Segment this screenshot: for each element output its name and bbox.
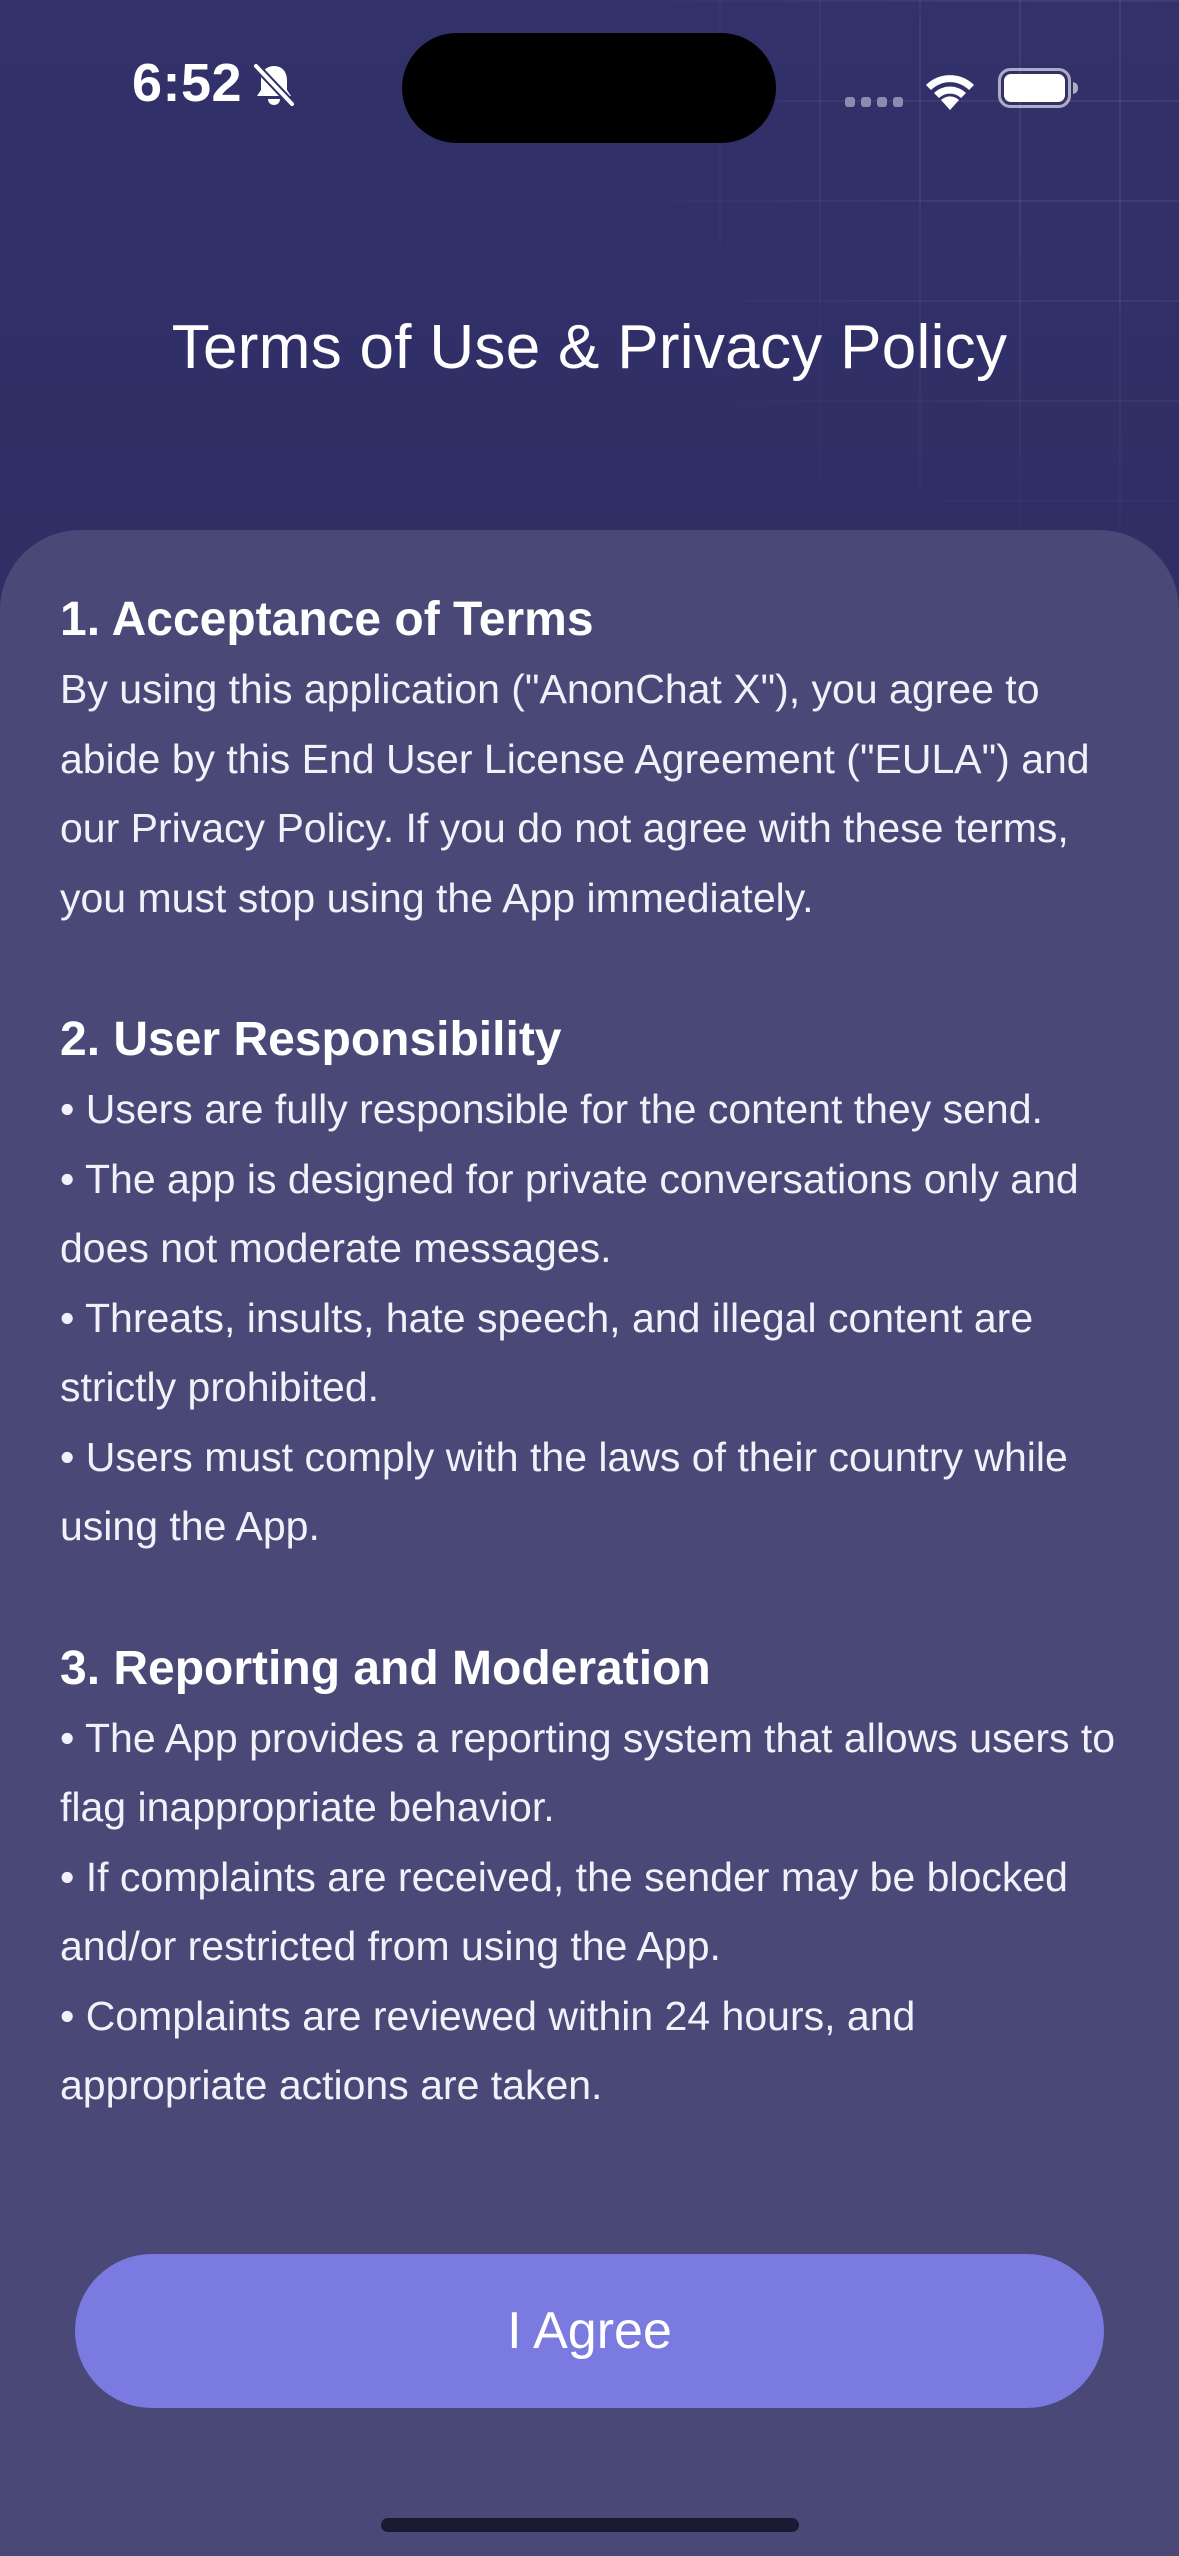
terms-section: 3. Reporting and Moderation • The App pr…	[60, 1634, 1130, 2121]
cell-signal-icon	[845, 97, 903, 107]
agree-button[interactable]: I Agree	[75, 2254, 1104, 2408]
dynamic-island	[402, 33, 776, 143]
terms-section: 2. User Responsibility • Users are fully…	[60, 1005, 1130, 1562]
terms-section: 1. Acceptance of Terms By using this app…	[60, 585, 1130, 933]
section-paragraph: By using this application ("AnonChat X")…	[60, 666, 1090, 921]
bullet-item: • Users are fully responsible for the co…	[60, 1086, 1043, 1132]
page-title: Terms of Use & Privacy Policy	[171, 313, 1008, 382]
bullet-item: • If complaints are received, the sender…	[60, 1853, 1068, 1970]
bullet-item: • Complaints are reviewed within 24 hour…	[60, 1992, 916, 2109]
app-screen: 6:52 Terms of Use & Privacy Policy 1. Ac…	[0, 0, 1179, 2556]
bullet-item: • The App provides a reporting system th…	[60, 1714, 1116, 1831]
home-indicator[interactable]	[381, 2518, 799, 2532]
status-time: 6:52	[132, 53, 243, 113]
wifi-icon	[926, 75, 974, 110]
bullet-item: • Users must comply with the laws of the…	[60, 1433, 1068, 1550]
section-heading: 2. User Responsibility	[60, 1013, 562, 1066]
bullet-item: • The app is designed for private conver…	[60, 1155, 1079, 1272]
battery-icon	[998, 68, 1078, 108]
section-heading: 3. Reporting and Moderation	[60, 1641, 711, 1695]
bullet-item: • Threats, insults, hate speech, and ill…	[60, 1294, 1034, 1411]
section-heading: 1. Acceptance of Terms	[60, 593, 594, 646]
terms-content: 1. Acceptance of Terms By using this app…	[60, 585, 1130, 2193]
status-bar: 6:52	[0, 0, 1179, 175]
bell-off-icon	[252, 62, 296, 108]
